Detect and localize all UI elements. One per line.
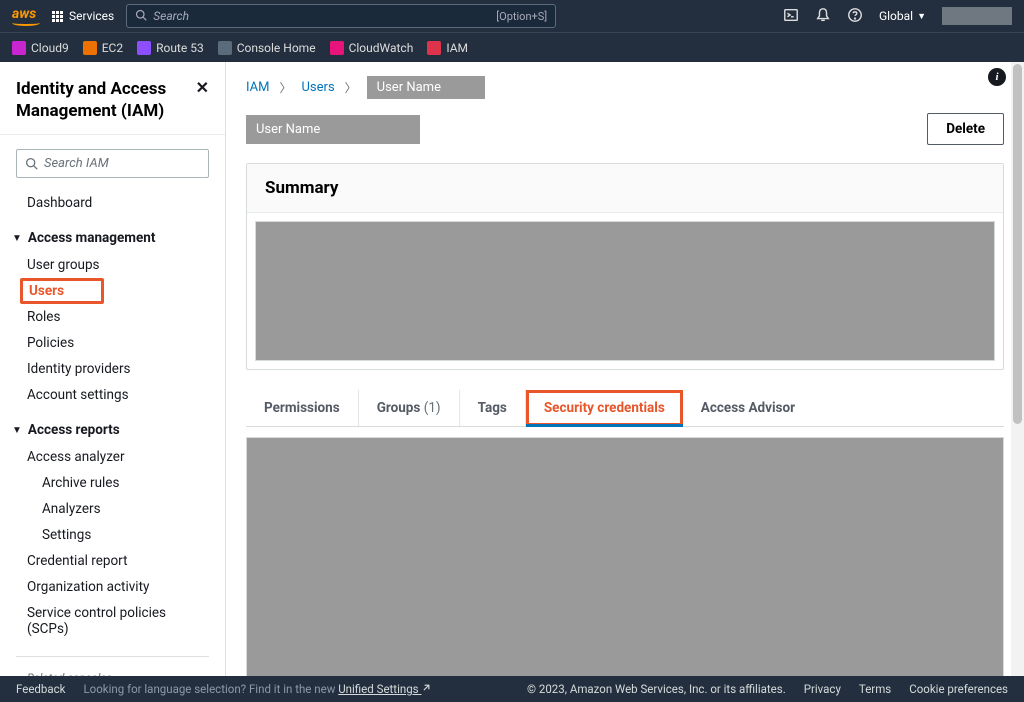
shortcut-cloudwatch[interactable]: CloudWatch — [330, 41, 414, 55]
notifications-icon[interactable] — [815, 7, 831, 26]
console-home-icon — [218, 41, 232, 55]
aws-logo[interactable]: aws — [12, 6, 40, 26]
chevron-right-icon: 〉 — [279, 79, 291, 96]
caret-down-icon: ▼ — [12, 233, 22, 244]
sidebar-section-access-mgmt[interactable]: ▼Access management — [0, 224, 225, 252]
account-menu[interactable] — [942, 7, 1012, 25]
search-placeholder: Search — [153, 9, 490, 23]
search-icon — [25, 157, 38, 170]
breadcrumb-iam[interactable]: IAM — [246, 80, 269, 95]
shortcut-consolehome[interactable]: Console Home — [218, 41, 316, 55]
region-selector[interactable]: Global ▼ — [879, 9, 926, 23]
services-label: Services — [69, 9, 114, 23]
sidebar-roles[interactable]: Roles — [0, 304, 225, 330]
cloudwatch-icon — [330, 41, 344, 55]
breadcrumb-current: User Name — [367, 76, 485, 99]
shortcut-route53[interactable]: Route 53 — [137, 41, 204, 55]
sidebar-organization-activity[interactable]: Organization activity — [0, 574, 225, 600]
sidebar-analyzers[interactable]: Analyzers — [0, 496, 225, 522]
footer-lang-hint: Looking for language selection? Find it … — [83, 682, 431, 696]
sidebar-scps[interactable]: Service control policies (SCPs) — [0, 600, 225, 642]
sidebar-title: Identity and Access Management (IAM) — [16, 78, 196, 122]
search-icon — [135, 9, 147, 24]
region-label: Global — [879, 9, 913, 23]
sidebar-identity-providers[interactable]: Identity providers — [0, 356, 225, 382]
tab-permissions[interactable]: Permissions — [246, 390, 359, 426]
help-icon[interactable] — [847, 7, 863, 26]
footer-copyright: © 2023, Amazon Web Services, Inc. or its… — [527, 682, 786, 696]
tab-tags[interactable]: Tags — [460, 390, 526, 426]
cloud9-icon — [12, 41, 26, 55]
footer-unified-settings[interactable]: Unified Settings — [338, 682, 431, 696]
sidebar: Identity and Access Management (IAM) ✕ S… — [0, 62, 226, 676]
sidebar-dashboard[interactable]: Dashboard — [0, 190, 225, 216]
delete-button[interactable]: Delete — [927, 113, 1004, 145]
sidebar-settings[interactable]: Settings — [0, 522, 225, 548]
chevron-right-icon: 〉 — [345, 79, 357, 96]
sidebar-search-input[interactable]: Search IAM — [16, 149, 209, 178]
sidebar-account-settings[interactable]: Account settings — [0, 382, 225, 408]
breadcrumb-users[interactable]: Users — [302, 80, 335, 95]
breadcrumb: IAM 〉 Users 〉 User Name — [246, 76, 1004, 99]
shortcut-cloud9[interactable]: Cloud9 — [12, 41, 69, 55]
shortcut-ec2[interactable]: EC2 — [83, 41, 123, 55]
external-link-icon — [421, 683, 431, 693]
footer-terms[interactable]: Terms — [859, 682, 891, 696]
summary-heading: Summary — [247, 164, 1003, 213]
sidebar-policies[interactable]: Policies — [0, 330, 225, 356]
route53-icon — [137, 41, 151, 55]
top-nav: aws Services Search [Option+S] Global ▼ — [0, 0, 1024, 32]
tab-access-advisor[interactable]: Access Advisor — [683, 390, 813, 426]
tab-groups[interactable]: Groups (1) — [359, 390, 460, 426]
footer-privacy[interactable]: Privacy — [804, 682, 841, 696]
scrollbar-thumb[interactable] — [1013, 64, 1022, 424]
sidebar-section-access-reports[interactable]: ▼Access reports — [0, 416, 225, 444]
iam-icon — [427, 41, 441, 55]
ec2-icon — [83, 41, 97, 55]
user-tabs: Permissions Groups (1) Tags Security cre… — [246, 390, 1004, 427]
global-search[interactable]: Search [Option+S] — [126, 4, 556, 28]
footer: Feedback Looking for language selection?… — [0, 676, 1024, 702]
search-shortcut: [Option+S] — [496, 10, 547, 23]
summary-content-placeholder — [255, 221, 995, 361]
caret-down-icon: ▼ — [12, 425, 22, 436]
active-tab-indicator — [526, 424, 683, 427]
grid-icon — [52, 11, 63, 22]
sidebar-user-groups[interactable]: User groups — [0, 252, 225, 278]
tab-content-placeholder — [246, 437, 1004, 676]
close-sidebar-icon[interactable]: ✕ — [196, 78, 209, 97]
summary-panel: Summary — [246, 163, 1004, 370]
page-title: User Name — [246, 115, 420, 144]
shortcut-iam[interactable]: IAM — [427, 41, 468, 55]
footer-feedback[interactable]: Feedback — [16, 682, 65, 696]
sidebar-users-highlighted[interactable]: Users — [20, 278, 104, 304]
services-menu[interactable]: Services — [52, 9, 114, 23]
cloudshell-icon[interactable] — [783, 7, 799, 26]
sidebar-archive-rules[interactable]: Archive rules — [0, 470, 225, 496]
content-area: IAM 〉 Users 〉 User Name User Name Delete… — [226, 62, 1024, 676]
chevron-down-icon: ▼ — [917, 11, 926, 22]
service-shortcuts: Cloud9 EC2 Route 53 Console Home CloudWa… — [0, 32, 1024, 62]
footer-cookie[interactable]: Cookie preferences — [909, 682, 1008, 696]
tab-security-credentials-highlighted[interactable]: Security credentials — [526, 390, 683, 426]
sidebar-search-placeholder: Search IAM — [44, 156, 109, 171]
sidebar-access-analyzer[interactable]: Access analyzer — [0, 444, 225, 470]
sidebar-credential-report[interactable]: Credential report — [0, 548, 225, 574]
info-icon[interactable]: i — [988, 68, 1006, 86]
scrollbar-track[interactable] — [1011, 62, 1024, 676]
